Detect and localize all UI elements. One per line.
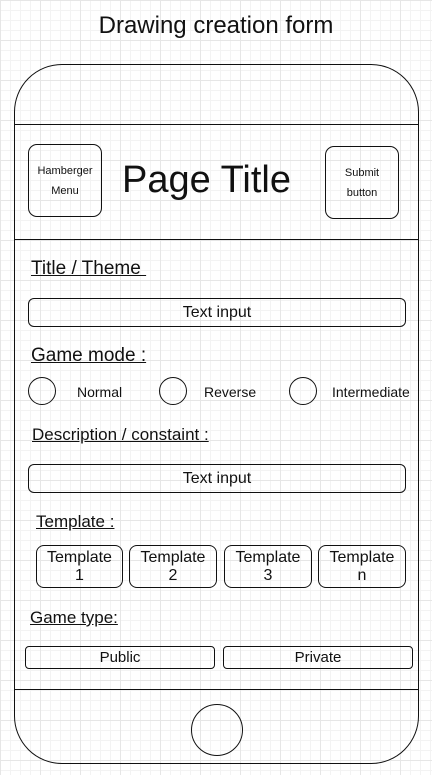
template-n-button[interactable]: Template n <box>318 545 406 588</box>
radio-intermediate-label: Intermediate <box>332 384 410 400</box>
radio-reverse-label: Reverse <box>204 384 257 400</box>
template-label: Template : <box>36 512 115 531</box>
home-button[interactable] <box>191 704 243 756</box>
title-theme-label: Title / Theme <box>31 258 147 279</box>
template-2-button[interactable]: Template 2 <box>129 545 217 588</box>
description-text-input[interactable]: Text input <box>28 464 406 493</box>
template-3-button[interactable]: Template 3 <box>224 545 312 588</box>
radio-normal[interactable] <box>28 377 56 405</box>
submit-button[interactable]: Submit button <box>325 146 399 219</box>
game-mode-label: Game mode : <box>31 345 147 366</box>
diagram-title: Drawing creation form <box>98 12 334 39</box>
radio-normal-label: Normal <box>77 384 123 400</box>
private-button[interactable]: Private <box>223 646 413 669</box>
title-text-input[interactable]: Text input <box>28 298 406 327</box>
header-bottom-divider <box>14 239 419 240</box>
template-1-button[interactable]: Template 1 <box>36 545 123 588</box>
game-type-label: Game type: <box>30 608 118 627</box>
page-title: Page Title <box>122 159 291 201</box>
hamburger-menu-button[interactable]: Hamberger Menu <box>28 144 102 217</box>
header-top-divider <box>14 124 419 125</box>
public-button[interactable]: Public <box>25 646 215 669</box>
description-label: Description / constaint : <box>32 425 209 444</box>
radio-intermediate[interactable] <box>289 377 317 405</box>
radio-reverse[interactable] <box>159 377 187 405</box>
footer-divider <box>14 689 419 690</box>
